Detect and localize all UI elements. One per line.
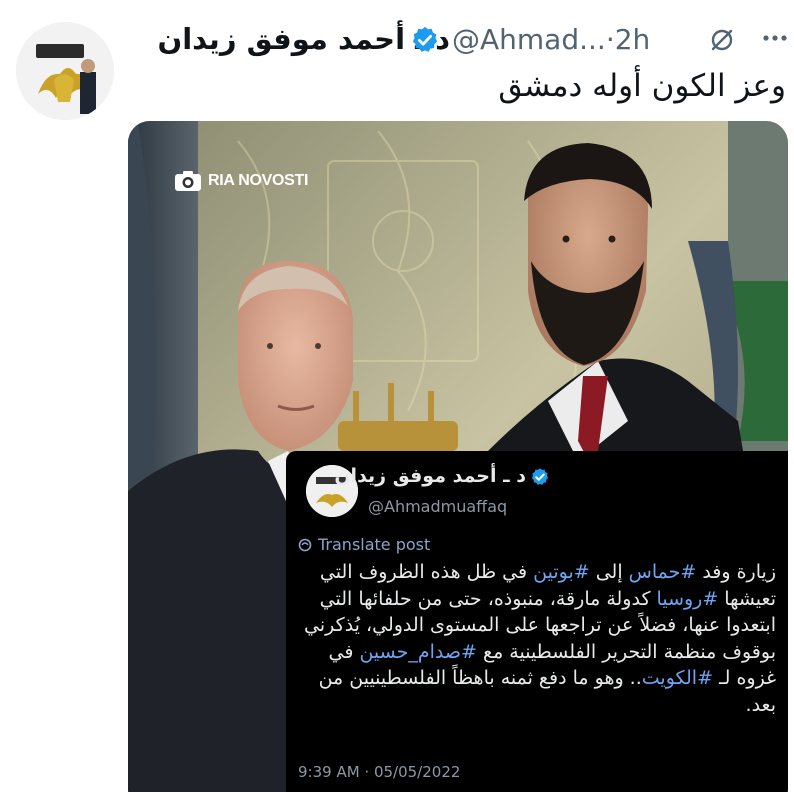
translate-post-link: Translate post bbox=[298, 535, 430, 554]
author-handle-time[interactable]: @Ahmad...·2h bbox=[452, 23, 650, 56]
avatar[interactable] bbox=[16, 22, 114, 120]
embedded-post-screenshot: د ـ أحمد موفق زيدان @Ahmadmuaffaq Transl… bbox=[286, 451, 788, 792]
hashtag-link: #بوتين bbox=[533, 561, 590, 583]
embedded-verified-icon bbox=[531, 468, 549, 485]
hashtag-link: #صدام_حسين bbox=[359, 640, 477, 663]
watermark-text: RIA NOVOSTI bbox=[208, 172, 309, 189]
tweet-media[interactable]: RIA NOVOSTI د ـ أحمد موفق زيدان @Ahmadmu… bbox=[128, 121, 788, 792]
hashtag-link: #الكويت bbox=[641, 667, 714, 689]
embedded-timestamp: 9:39 AM · 05/05/2022 bbox=[298, 763, 461, 781]
grok-icon[interactable] bbox=[706, 24, 738, 56]
post-line: غزوه لـ #الكويت.. وهو ما دفع ثمنه باهظاً… bbox=[318, 667, 776, 689]
post-line: بعد. bbox=[745, 693, 776, 716]
post-line: زيارة وفد #حماس إلى #بوتين في ظل هذه الظ… bbox=[319, 561, 776, 583]
camera-icon bbox=[175, 171, 201, 191]
post-line: بوقوف منظمة التحرير الفلسطينية مع #صدام_… bbox=[328, 640, 776, 663]
verified-badge-icon bbox=[412, 26, 438, 52]
author-display-name[interactable]: د ـ أحمد موفق زيدان bbox=[157, 22, 450, 56]
tweet-header: د ـ أحمد موفق زيدان @Ahmad...·2h bbox=[120, 18, 787, 62]
embedded-handle: @Ahmadmuaffaq bbox=[368, 497, 508, 516]
post-line: تعيشها #روسيا كدولة مارقة، منبوذه، حتى م… bbox=[319, 587, 776, 610]
hashtag-link: #روسيا bbox=[656, 587, 719, 610]
hashtag-link: #حماس bbox=[628, 561, 697, 583]
translate-label: Translate post bbox=[318, 535, 431, 554]
embedded-display-name: د ـ أحمد موفق زيدان bbox=[334, 465, 526, 487]
profile-picture-image bbox=[16, 22, 114, 120]
post-line: ابتعدوا عنها، فضلاً عن تراجعها على المست… bbox=[304, 614, 776, 636]
ria-novosti-watermark: RIA NOVOSTI bbox=[174, 169, 308, 193]
tweet-text: وعز الكون أوله دمشق bbox=[498, 68, 786, 104]
embedded-post-text: زيارة وفد #حماس إلى #بوتين في ظل هذه الظ… bbox=[296, 559, 776, 718]
translate-icon bbox=[298, 538, 312, 551]
more-options-icon[interactable] bbox=[760, 26, 790, 50]
